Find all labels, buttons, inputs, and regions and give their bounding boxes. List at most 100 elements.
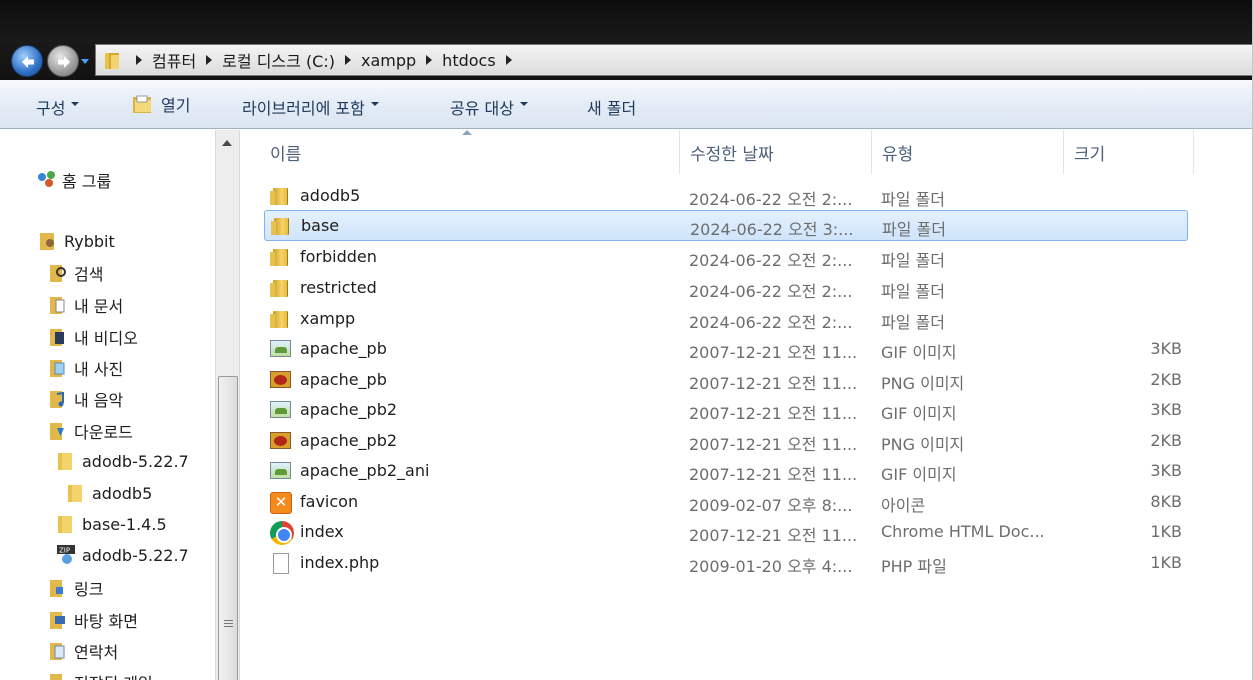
file-row[interactable]: apache_pb2_ani 2007-12-21 오전 11... GIF 이… bbox=[264, 456, 1188, 487]
file-date: 2007-12-21 오전 11... bbox=[689, 404, 858, 423]
folder-icon bbox=[270, 247, 292, 267]
nav-item-downloads[interactable]: 다운로드 bbox=[48, 419, 133, 443]
share-with-button[interactable]: 공유 대상 bbox=[450, 95, 528, 119]
file-name: restricted bbox=[300, 278, 377, 297]
breadcrumb-xampp[interactable]: xampp bbox=[361, 51, 416, 70]
back-arrow-icon bbox=[22, 56, 34, 68]
file-name: xampp bbox=[300, 309, 356, 328]
column-header-date[interactable]: 수정한 날짜 bbox=[680, 130, 870, 174]
contacts-folder-icon bbox=[48, 640, 68, 662]
nav-item-saved-games[interactable]: 저장된 게임 bbox=[48, 670, 153, 680]
open-folder-icon bbox=[131, 94, 155, 114]
nav-item-adodb5[interactable]: adodb5 bbox=[66, 482, 152, 504]
music-folder-icon bbox=[48, 388, 68, 410]
file-type: 파일 폴더 bbox=[882, 220, 946, 239]
folder-icon bbox=[56, 450, 76, 472]
open-button[interactable]: 열기 bbox=[131, 92, 190, 116]
file-name: index bbox=[300, 522, 344, 541]
command-toolbar: 구성 열기 라이브러리에 포함 공유 대상 새 폴더 bbox=[0, 80, 1253, 129]
nav-label: Rybbit bbox=[64, 231, 115, 251]
navigation-scrollbar[interactable] bbox=[215, 130, 240, 680]
xampp-favicon-icon: ✕ bbox=[270, 492, 292, 514]
php-file-icon bbox=[270, 553, 292, 574]
breadcrumb-local-disk[interactable]: 로컬 디스크 (C:) bbox=[222, 48, 335, 72]
nav-item-desktop[interactable]: 바탕 화면 bbox=[48, 608, 138, 632]
file-row-selected[interactable]: base 2024-06-22 오전 3:... 파일 폴더 bbox=[264, 210, 1188, 241]
file-name: apache_pb2 bbox=[300, 400, 398, 419]
breadcrumb-htdocs[interactable]: htdocs bbox=[442, 51, 496, 70]
nav-item-adodb-folder[interactable]: adodb-5.22.7 bbox=[56, 450, 189, 472]
include-in-library-button[interactable]: 라이브러리에 포함 bbox=[242, 95, 379, 119]
file-name: apache_pb2 bbox=[300, 431, 398, 450]
file-row[interactable]: apache_pb2 2007-12-21 오전 11... PNG 이미지 2… bbox=[264, 426, 1188, 457]
folder-icon bbox=[270, 186, 292, 206]
nav-item-music[interactable]: 내 음악 bbox=[48, 387, 123, 411]
nav-label: 검색 bbox=[74, 265, 104, 284]
homegroup-icon bbox=[36, 169, 56, 191]
saved-games-folder-icon bbox=[48, 671, 68, 680]
nav-label: 바탕 화면 bbox=[74, 612, 138, 631]
column-header-name[interactable]: 이름 bbox=[260, 130, 678, 174]
recent-pages-dropdown-icon[interactable] bbox=[80, 57, 90, 65]
file-date: 2024-06-22 오전 2:... bbox=[689, 282, 853, 301]
chevron-down-icon bbox=[370, 102, 379, 106]
breadcrumb-arrow-icon[interactable] bbox=[136, 55, 142, 65]
address-bar[interactable]: 컴퓨터 로컬 디스크 (C:) xampp htdocs bbox=[95, 44, 1253, 76]
scroll-up-arrow-icon[interactable] bbox=[222, 140, 232, 146]
back-button[interactable] bbox=[11, 45, 43, 77]
breadcrumb-arrow-icon[interactable] bbox=[426, 55, 433, 65]
new-folder-button[interactable]: 새 폴더 bbox=[587, 95, 636, 119]
breadcrumb-arrow-icon[interactable] bbox=[345, 55, 351, 65]
nav-item-documents[interactable]: 내 문서 bbox=[48, 293, 123, 317]
file-type: 아이콘 bbox=[881, 496, 926, 515]
file-row[interactable]: index 2007-12-21 오전 11... Chrome HTML Do… bbox=[264, 517, 1188, 548]
nav-item-searches[interactable]: 검색 bbox=[48, 261, 103, 285]
file-date: 2009-01-20 오후 4:... bbox=[689, 557, 853, 576]
breadcrumb-arrow-icon[interactable] bbox=[206, 55, 213, 65]
file-type: GIF 이미지 bbox=[881, 404, 957, 423]
forward-button[interactable] bbox=[47, 45, 79, 77]
file-row[interactable]: apache_pb 2007-12-21 오전 11... PNG 이미지 2K… bbox=[264, 365, 1188, 396]
file-name: base bbox=[301, 216, 340, 235]
chrome-html-icon bbox=[270, 521, 294, 545]
nav-label: adodb-5.22.7 bbox=[82, 451, 189, 471]
nav-item-user[interactable]: Rybbit bbox=[38, 230, 115, 252]
file-type: GIF 이미지 bbox=[881, 343, 957, 362]
file-name: favicon bbox=[300, 492, 359, 511]
nav-item-videos[interactable]: 내 비디오 bbox=[48, 325, 138, 349]
nav-item-base[interactable]: base-1.4.5 bbox=[56, 513, 167, 535]
file-size: 2KB bbox=[1150, 370, 1182, 389]
file-row[interactable]: ✕ favicon 2009-02-07 오후 8:... 아이콘 8KB bbox=[264, 487, 1188, 518]
file-row[interactable]: xampp 2024-06-22 오전 2:... 파일 폴더 bbox=[264, 304, 1188, 335]
breadcrumb-computer[interactable]: 컴퓨터 bbox=[152, 48, 196, 72]
file-name: forbidden bbox=[300, 247, 377, 266]
file-name: adodb5 bbox=[300, 186, 361, 205]
file-date: 2024-06-22 오전 3:... bbox=[690, 220, 854, 239]
nav-item-adodb-zip[interactable]: ZIP adodb-5.22.7 bbox=[56, 544, 189, 566]
file-name: apache_pb2_ani bbox=[300, 461, 430, 480]
grip-line bbox=[224, 623, 233, 624]
scrollbar-thumb[interactable] bbox=[218, 376, 238, 680]
column-header-size[interactable]: 크기 bbox=[1064, 130, 1192, 174]
nav-label: adodb-5.22.7 bbox=[82, 545, 189, 565]
nav-label: 홈 그룹 bbox=[62, 172, 112, 191]
nav-item-pictures[interactable]: 내 사진 bbox=[48, 356, 123, 380]
file-row[interactable]: index.php 2009-01-20 오후 4:... PHP 파일 1KB bbox=[264, 548, 1188, 579]
file-row[interactable]: forbidden 2024-06-22 오전 2:... 파일 폴더 bbox=[264, 242, 1188, 273]
file-row[interactable]: adodb5 2024-06-22 오전 2:... 파일 폴더 bbox=[264, 181, 1188, 212]
user-folder-icon bbox=[38, 230, 58, 252]
column-divider[interactable] bbox=[1193, 130, 1194, 174]
organize-button[interactable]: 구성 bbox=[36, 95, 80, 119]
gif-image-icon bbox=[270, 461, 292, 481]
nav-item-homegroup[interactable]: 홈 그룹 bbox=[36, 168, 111, 192]
file-date: 2024-06-22 오전 2:... bbox=[689, 251, 853, 270]
file-size: 3KB bbox=[1150, 400, 1182, 419]
column-header-type[interactable]: 유형 bbox=[872, 130, 1062, 174]
nav-item-links[interactable]: 링크 bbox=[48, 576, 103, 600]
nav-item-contacts[interactable]: 연락처 bbox=[48, 639, 118, 663]
file-row[interactable]: apache_pb 2007-12-21 오전 11... GIF 이미지 3K… bbox=[264, 334, 1188, 365]
breadcrumb-arrow-icon[interactable] bbox=[505, 55, 512, 65]
file-row[interactable]: restricted 2024-06-22 오전 2:... 파일 폴더 bbox=[264, 273, 1188, 304]
column-label: 크기 bbox=[1074, 144, 1106, 165]
file-row[interactable]: apache_pb2 2007-12-21 오전 11... GIF 이미지 3… bbox=[264, 395, 1188, 426]
